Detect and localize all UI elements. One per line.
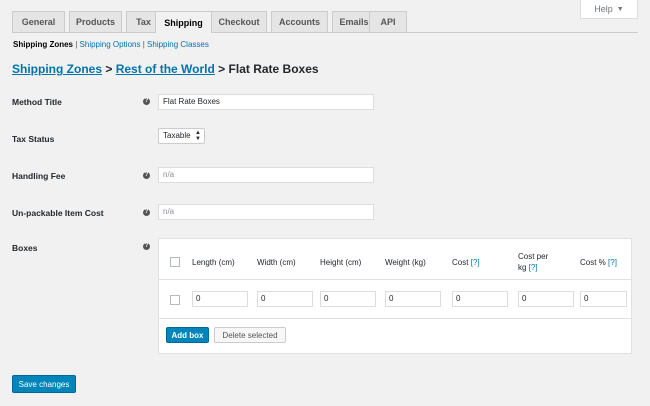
save-changes-button[interactable]: Save changes xyxy=(12,375,76,393)
col-cost-per-kg-line2: kg xyxy=(518,263,527,272)
row-checkbox[interactable] xyxy=(170,295,180,305)
col-weight: Weight (kg) xyxy=(385,258,426,267)
cost-percent-help-link[interactable]: [?] xyxy=(608,258,617,267)
col-cost-per-kg-line1: Cost per xyxy=(518,252,549,261)
cost-percent-input[interactable]: 0 xyxy=(580,291,627,307)
boxes-label: Boxes xyxy=(12,243,38,253)
subnav-shipping-zones[interactable]: Shipping Zones xyxy=(13,40,73,49)
breadcrumb-rest-of-world[interactable]: Rest of the World xyxy=(116,62,215,76)
help-tip-icon[interactable]: ? xyxy=(143,209,150,216)
divider xyxy=(159,279,631,280)
shipping-subnav: Shipping Zones | Shipping Options | Ship… xyxy=(13,40,209,49)
select-arrows-icon: ▲ ▼ xyxy=(195,130,201,142)
settings-tabs: General Products Tax Shipping Checkout A… xyxy=(12,11,638,33)
col-cost-label: Cost xyxy=(452,258,469,267)
cost-help-link[interactable]: [?] xyxy=(471,258,480,267)
col-cost-per-kg: Cost per kg [?] xyxy=(518,251,548,273)
tab-api[interactable]: API xyxy=(369,11,407,32)
subnav-shipping-options[interactable]: Shipping Options xyxy=(80,40,141,49)
page-title: Flat Rate Boxes xyxy=(228,62,319,76)
col-cost-percent-label: Cost % xyxy=(580,258,606,267)
tab-checkout[interactable]: Checkout xyxy=(211,11,267,32)
cost-per-kg-help-link[interactable]: [?] xyxy=(529,263,538,272)
height-input[interactable]: 0 xyxy=(320,291,376,307)
tax-status-value: Taxable xyxy=(163,131,191,140)
width-input[interactable]: 0 xyxy=(257,291,313,307)
help-tip-icon[interactable]: ? xyxy=(143,243,150,250)
tab-accounts[interactable]: Accounts xyxy=(271,11,328,32)
divider xyxy=(159,318,631,319)
tab-general[interactable]: General xyxy=(12,11,65,32)
tab-products[interactable]: Products xyxy=(69,11,122,32)
subnav-shipping-classes[interactable]: Shipping Classes xyxy=(147,40,209,49)
col-cost: Cost [?] xyxy=(452,257,480,268)
subnav-separator: | xyxy=(142,40,145,49)
help-tip-icon[interactable]: ? xyxy=(143,98,150,105)
boxes-table: Length (cm) Width (cm) Height (cm) Weigh… xyxy=(158,238,632,354)
select-all-checkbox[interactable] xyxy=(170,257,180,267)
length-input[interactable]: 0 xyxy=(192,291,248,307)
handling-fee-input[interactable]: n/a xyxy=(158,167,374,183)
breadcrumb: Shipping Zones > Rest of the World > Fla… xyxy=(12,62,319,76)
method-title-label: Method Title xyxy=(12,97,62,107)
subnav-separator: | xyxy=(75,40,78,49)
breadcrumb-shipping-zones[interactable]: Shipping Zones xyxy=(12,62,102,76)
tax-status-select[interactable]: Taxable ▲ ▼ xyxy=(158,128,205,144)
tab-shipping[interactable]: Shipping xyxy=(155,11,212,33)
col-width: Width (cm) xyxy=(257,258,296,267)
tax-status-label: Tax Status xyxy=(12,134,55,144)
method-title-input[interactable]: Flat Rate Boxes xyxy=(158,94,374,110)
col-cost-percent: Cost % [?] xyxy=(580,257,617,268)
weight-input[interactable]: 0 xyxy=(385,291,441,307)
handling-fee-label: Handling Fee xyxy=(12,171,66,181)
delete-selected-button[interactable]: Delete selected xyxy=(214,327,286,343)
breadcrumb-separator: > xyxy=(105,62,113,76)
cost-input[interactable]: 0 xyxy=(452,291,508,307)
add-box-button[interactable]: Add box xyxy=(166,327,209,343)
unpackable-cost-input[interactable]: n/a xyxy=(158,204,374,220)
breadcrumb-separator: > xyxy=(218,62,226,76)
col-length: Length (cm) xyxy=(192,258,235,267)
cost-per-kg-input[interactable]: 0 xyxy=(518,291,574,307)
col-height: Height (cm) xyxy=(320,258,362,267)
help-tip-icon[interactable]: ? xyxy=(143,172,150,179)
unpackable-cost-label: Un-packable Item Cost xyxy=(12,208,104,218)
